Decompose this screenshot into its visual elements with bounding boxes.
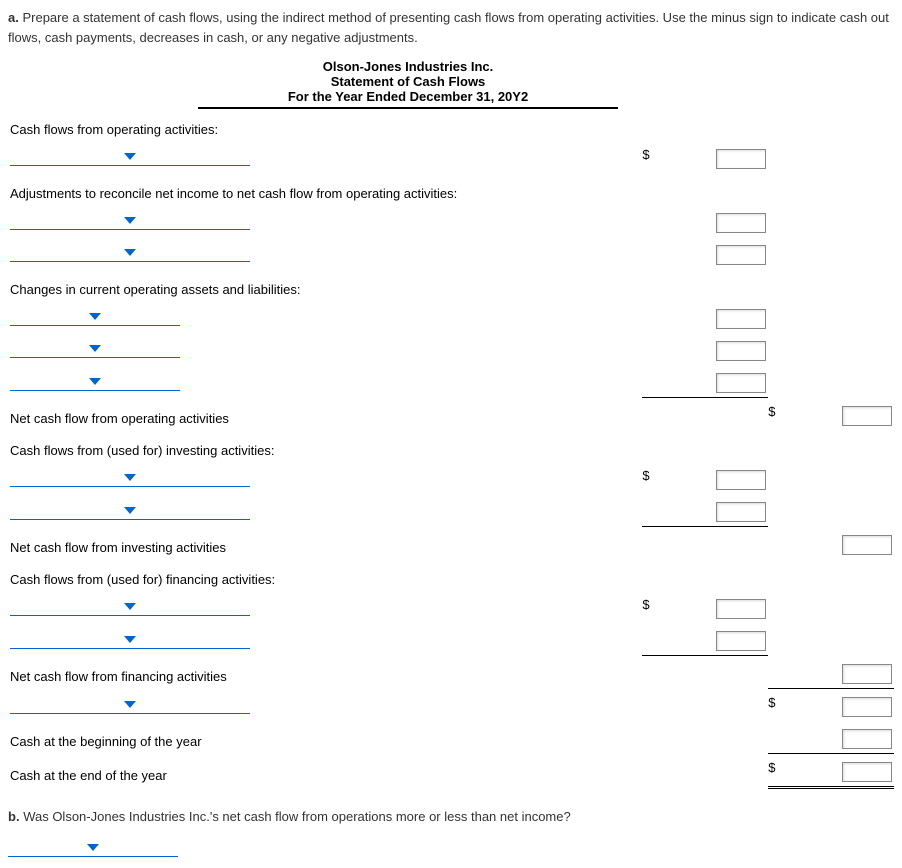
input-adj-2[interactable] — [716, 245, 766, 265]
chevron-down-icon — [89, 345, 101, 352]
part-b-prompt: b. Was Olson-Jones Industries Inc.'s net… — [8, 807, 894, 827]
dropdown-fin-1[interactable] — [10, 597, 250, 616]
input-inv-1[interactable] — [716, 470, 766, 490]
net-op-label: Net cash flow from operating activities — [8, 398, 642, 431]
net-fin-label: Net cash flow from financing activities — [8, 656, 642, 689]
changes-label: Changes in current operating assets and … — [8, 269, 642, 301]
dropdown-chg-2[interactable] — [10, 339, 180, 358]
financing-header: Cash flows from (used for) financing act… — [8, 559, 642, 591]
chevron-down-icon — [124, 636, 136, 643]
dollar-sign: $ — [642, 468, 649, 483]
input-change-cash[interactable] — [842, 697, 892, 717]
chevron-down-icon — [87, 844, 99, 851]
dollar-sign: $ — [642, 597, 649, 612]
cash-begin-label: Cash at the beginning of the year — [8, 721, 642, 754]
dropdown-chg-3[interactable] — [10, 372, 180, 391]
part-b-text: Was Olson-Jones Industries Inc.'s net ca… — [23, 809, 571, 824]
chevron-down-icon — [89, 378, 101, 385]
net-inv-label: Net cash flow from investing activities — [8, 527, 642, 560]
operating-header: Cash flows from operating activities: — [8, 109, 642, 141]
dropdown-adj-1[interactable] — [10, 211, 250, 230]
part-a-prompt: a. Prepare a statement of cash flows, us… — [8, 8, 894, 47]
chevron-down-icon — [124, 603, 136, 610]
part-b-label: b. — [8, 809, 20, 824]
input-net-fin[interactable] — [842, 664, 892, 684]
input-fin-1[interactable] — [716, 599, 766, 619]
input-net-op[interactable] — [842, 406, 892, 426]
cash-end-label: Cash at the end of the year — [8, 753, 642, 787]
dropdown-adj-2[interactable] — [10, 243, 250, 262]
chevron-down-icon — [124, 217, 136, 224]
input-net-inv[interactable] — [842, 535, 892, 555]
input-op-1[interactable] — [716, 149, 766, 169]
input-cash-end[interactable] — [842, 762, 892, 782]
dropdown-op-1[interactable] — [10, 147, 250, 166]
chevron-down-icon — [124, 701, 136, 708]
dropdown-change-cash[interactable] — [10, 695, 250, 714]
input-chg-3[interactable] — [716, 373, 766, 393]
dollar-sign: $ — [768, 695, 775, 710]
dollar-sign: $ — [642, 147, 649, 162]
chevron-down-icon — [89, 313, 101, 320]
dropdown-fin-2[interactable] — [10, 630, 250, 649]
investing-header: Cash flows from (used for) investing act… — [8, 430, 642, 462]
dropdown-inv-1[interactable] — [10, 468, 250, 487]
company-name: Olson-Jones Industries Inc. — [198, 59, 618, 74]
dropdown-part-b[interactable] — [8, 838, 178, 857]
dropdown-chg-1[interactable] — [10, 307, 180, 326]
dropdown-inv-2[interactable] — [10, 501, 250, 520]
part-a-label: a. — [8, 10, 19, 25]
chevron-down-icon — [124, 507, 136, 514]
input-chg-1[interactable] — [716, 309, 766, 329]
input-chg-2[interactable] — [716, 341, 766, 361]
chevron-down-icon — [124, 474, 136, 481]
chevron-down-icon — [124, 153, 136, 160]
dollar-sign: $ — [768, 404, 775, 419]
input-fin-2[interactable] — [716, 631, 766, 651]
statement-period: For the Year Ended December 31, 20Y2 — [198, 89, 618, 109]
part-a-text: Prepare a statement of cash flows, using… — [8, 10, 889, 45]
adjustments-label: Adjustments to reconcile net income to n… — [8, 173, 642, 205]
statement-title: Statement of Cash Flows — [198, 74, 618, 89]
input-cash-begin[interactable] — [842, 729, 892, 749]
dollar-sign: $ — [768, 760, 775, 775]
chevron-down-icon — [124, 249, 136, 256]
input-inv-2[interactable] — [716, 502, 766, 522]
input-adj-1[interactable] — [716, 213, 766, 233]
